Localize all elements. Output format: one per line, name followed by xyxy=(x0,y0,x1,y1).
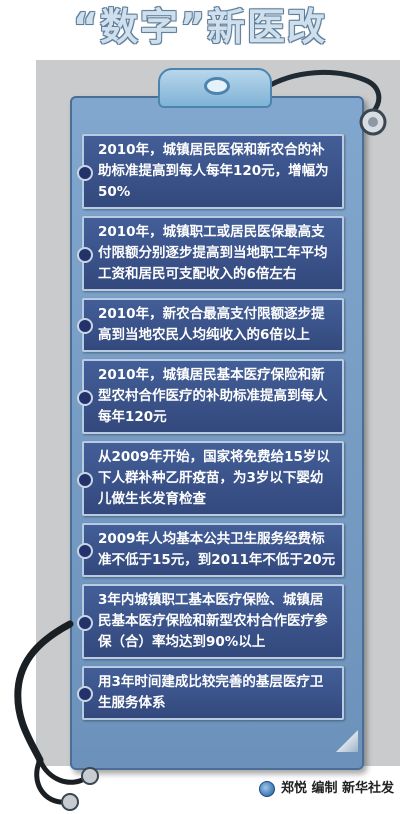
list-item: 2010年，新农合最高支付限额逐步提高到当地农民人均纯收入的6倍以上 xyxy=(77,298,344,352)
bullet-icon xyxy=(77,246,93,263)
list-item-text: 2010年，新农合最高支付限额逐步提高到当地农民人均纯收入的6倍以上 xyxy=(98,306,325,343)
stethoscope-tube-icon xyxy=(14,620,99,811)
list-item: 2010年，城镇职工或居民医保最高支付限额分别逐步提高到当地职工年平均工资和居民… xyxy=(77,216,344,291)
list-item: 从2009年开始，国家将免费给15岁以下人群补种乙肝疫苗，为3岁以下婴幼儿做生长… xyxy=(77,441,344,516)
bullet-icon xyxy=(77,471,93,488)
clip-hole xyxy=(204,77,230,95)
bullet-icon xyxy=(77,543,93,559)
list-item-text: 从2009年开始，国家将免费给15岁以下人群补种乙肝疫苗，为3岁以下婴幼儿做生长… xyxy=(98,449,330,507)
list-item-text: 2010年，城镇职工或居民医保最高支付限额分别逐步提高到当地职工年平均工资和居民… xyxy=(98,224,328,282)
list-item-text: 用3年时间建成比较完善的基层医疗卫生服务体系 xyxy=(98,674,324,711)
list-item: 2010年，城镇居民医保和新农合的补助标准提高到每人每年120元，增幅为50% xyxy=(77,134,344,209)
list-item: 2010年，城镇居民基本医疗保险和新型农村合作医疗的补助标准提高到每人每年120… xyxy=(77,359,344,434)
bullet-icon xyxy=(77,164,93,181)
bullet-icon xyxy=(77,389,93,406)
credit-text: 郑悦 编制 新华社发 xyxy=(280,781,394,796)
list-item: 2009年人均基本公共卫生服务经费标准不低于15元，到2011年不低于20元 xyxy=(77,523,344,577)
list-item-text: 2009年人均基本公共卫生服务经费标准不低于15元，到2011年不低于20元 xyxy=(98,531,336,568)
list-item-text: 3年内城镇职工基本医疗保险、城镇居民基本医疗保险和新型农村合作医疗参保（合）率均… xyxy=(98,592,328,650)
bullet-icon xyxy=(77,318,93,334)
item-list: 2010年，城镇居民医保和新农合的补助标准提高到每人每年120元，增幅为50% … xyxy=(77,134,352,727)
list-item-text: 2010年，城镇居民医保和新农合的补助标准提高到每人每年120元，增幅为50% xyxy=(98,142,329,200)
list-item: 用3年时间建成比较完善的基层医疗卫生服务体系 xyxy=(77,666,344,720)
list-item-text: 2010年，城镇居民基本医疗保险和新型农村合作医疗的补助标准提高到每人每年120… xyxy=(98,367,328,425)
credit-line: 郑悦 编制 新华社发 xyxy=(258,778,394,800)
clipboard-clip-icon xyxy=(158,68,272,108)
xinhua-logo-icon xyxy=(258,781,275,797)
page-title: “数字”新医改 xyxy=(73,5,327,49)
list-item: 3年内城镇职工基本医疗保险、城镇居民基本医疗保险和新型农村合作医疗参保（合）率均… xyxy=(77,584,344,659)
